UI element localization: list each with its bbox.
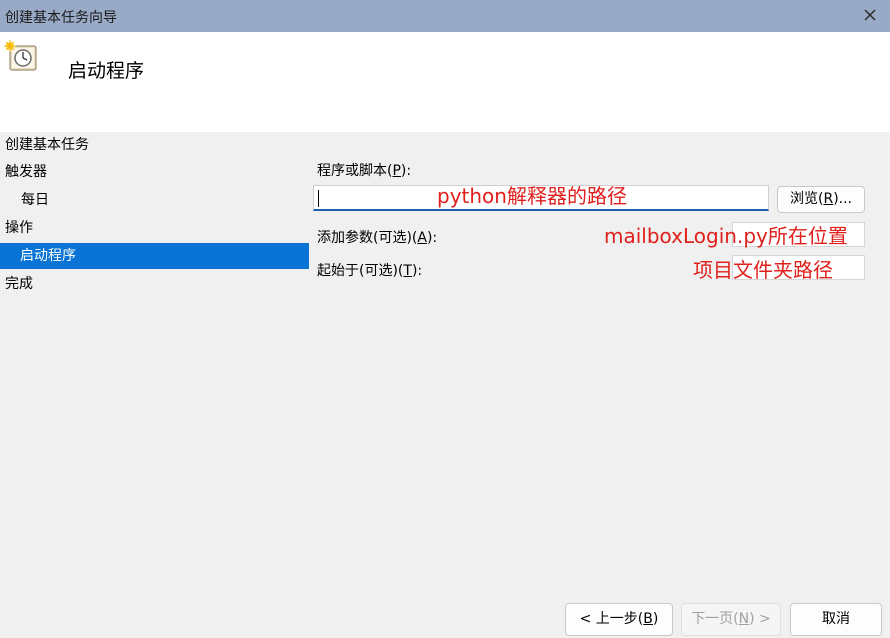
cancel-button[interactable]: 取消 xyxy=(790,603,882,636)
text-caret xyxy=(318,190,319,207)
step-trigger[interactable]: 触发器 xyxy=(5,159,47,185)
annotation-args: mailboxLogin.py所在位置 xyxy=(604,224,848,248)
step-create-task[interactable]: 创建基本任务 xyxy=(5,132,89,158)
task-clock-icon xyxy=(4,40,37,71)
browse-button[interactable]: 浏览(R)... xyxy=(777,186,865,213)
start-in-label: 起始于(可选)(T): xyxy=(317,263,423,279)
step-action[interactable]: 操作 xyxy=(5,215,33,241)
window-title: 创建基本任务向导 xyxy=(5,10,117,26)
step-start-program[interactable]: 启动程序 xyxy=(0,243,309,269)
title-bar: 创建基本任务向导 xyxy=(0,0,890,32)
program-label: 程序或脚本(P): xyxy=(317,163,412,179)
annotation-program: python解释器的路径 xyxy=(437,184,627,208)
args-label: 添加参数(可选)(A): xyxy=(317,230,438,246)
close-icon[interactable] xyxy=(860,5,880,25)
step-daily[interactable]: 每日 xyxy=(1,187,49,213)
back-button[interactable]: < 上一步(B) xyxy=(565,603,673,636)
wizard-steps: 创建基本任务 触发器 每日 操作 启动程序 完成 xyxy=(0,132,309,638)
annotation-start: 项目文件夹路径 xyxy=(693,258,833,282)
page-title: 启动程序 xyxy=(68,60,145,82)
wizard-header: 启动程序 xyxy=(0,32,890,132)
step-finish[interactable]: 完成 xyxy=(5,271,33,297)
next-button[interactable]: 下一页(N) > xyxy=(681,603,781,636)
